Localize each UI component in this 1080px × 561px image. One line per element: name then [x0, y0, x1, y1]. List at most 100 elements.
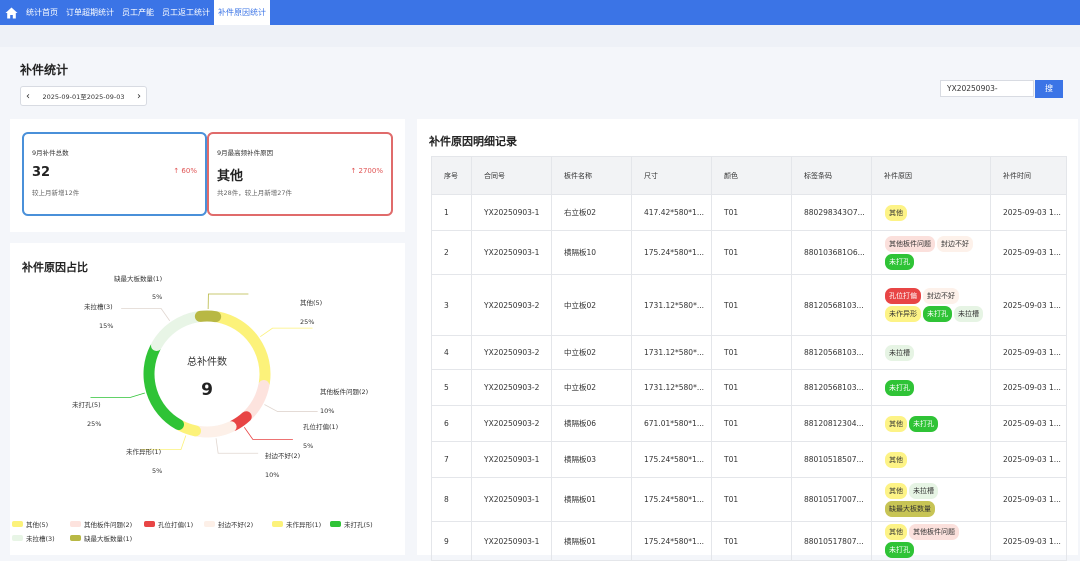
stat-value: 32: [32, 165, 51, 180]
donut-slice-1[interactable]: [242, 379, 270, 421]
table-row[interactable]: 7 YX20250903-1 横隔板03 175.24*580*1... T01 8801…: [431, 441, 1067, 478]
stat-value: 其他: [217, 169, 244, 184]
legend-label: 孔位打偏(1): [158, 521, 194, 529]
stat-subtext: 共28件，较上月新增27件: [217, 189, 293, 197]
table-row[interactable]: 3 YX20250903-2 中立板02 1731.12*580*... T01 8812…: [431, 274, 1067, 336]
cell-size: 1731.12*580*...: [631, 335, 712, 370]
donut-slice-3[interactable]: [192, 421, 237, 438]
cell-size: 175.24*580*1...: [631, 441, 712, 478]
cell-color: T01: [711, 441, 792, 478]
reason-tag: 其他: [885, 482, 907, 499]
legend-item[interactable]: 未打孔(5): [330, 519, 373, 529]
reason-tag: 未拉槽: [909, 482, 938, 499]
search-input[interactable]: [940, 80, 1034, 97]
table-row[interactable]: 6 YX20250903-2 横隔板06 671.01*580*1... T01 8812…: [431, 405, 1067, 442]
table-row[interactable]: 1 YX20250903-1 右立板02 417.42*580*1... T01 8802…: [431, 194, 1067, 231]
donut-slice-7[interactable]: [194, 310, 222, 323]
cell-color: T01: [711, 335, 792, 370]
search-button[interactable]: 搜: [1035, 80, 1063, 98]
nav-tab-dashboard[interactable]: 统计首页: [22, 0, 62, 25]
legend-item[interactable]: 未作异形(1): [272, 519, 321, 529]
date-range-text: 2025-09-01至2025-09-03: [42, 93, 125, 101]
cell-reason-tags: 其他 未打孔: [871, 405, 991, 442]
nav-tab-replenish-reason[interactable]: 补件原因统计: [214, 0, 270, 25]
cell-barcode: 88120568103...: [791, 369, 872, 406]
cell-barcode: 88010518507...: [791, 441, 872, 478]
slice-label-percent: 15%: [99, 322, 114, 330]
reason-tag: 未打孔: [885, 542, 914, 558]
table-row[interactable]: 2 YX20250903-1 横隔板10 175.24*580*1... T01 8801…: [431, 230, 1067, 275]
legend-item[interactable]: 其他(5): [12, 519, 48, 529]
chevron-right-icon[interactable]: ›: [132, 91, 146, 102]
legend-item[interactable]: 封边不好(2): [204, 519, 253, 529]
slice-label-percent: 5%: [303, 442, 314, 450]
slice-label-percent: 25%: [87, 420, 102, 428]
legend-item[interactable]: 其他板件问题(2): [70, 519, 132, 529]
donut-slice-0[interactable]: [212, 311, 271, 389]
legend-swatch: [204, 521, 215, 527]
cell-name: 横隔板10: [551, 230, 632, 275]
legend-item[interactable]: 孔位打偏(1): [144, 519, 193, 529]
nav-tab-staff-capacity[interactable]: 员工产能: [118, 0, 158, 25]
col-header-color: 颜色: [711, 156, 792, 195]
donut-slice-5[interactable]: [143, 342, 184, 431]
col-header-contract: 合同号: [471, 156, 552, 195]
stat-label: 9月补件总数: [32, 149, 69, 157]
cell-name: 中立板02: [551, 369, 632, 406]
cell-no: 5: [431, 369, 472, 406]
donut-center-title: 总补件数: [187, 355, 227, 368]
cell-time: 2025-09-03 1...: [990, 194, 1067, 231]
table-header-row: 序号 合同号 板件名称 尺寸 颜色 标签条码 补件原因 补件时间: [431, 156, 1067, 195]
cell-size: 1731.12*580*...: [631, 274, 712, 336]
donut-center-value: 9: [201, 380, 213, 400]
legend-swatch: [330, 521, 341, 527]
col-header-size: 尺寸: [631, 156, 712, 195]
table-row[interactable]: 5 YX20250903-2 中立板02 1731.12*580*... T01 8812…: [431, 369, 1067, 406]
reason-tag: 其他: [885, 524, 907, 540]
cell-size: 175.24*580*1...: [631, 477, 712, 522]
legend-label: 未作异形(1): [286, 521, 322, 529]
cell-name: 横隔板03: [551, 441, 632, 478]
header-strip: [0, 25, 1080, 47]
col-header-reason: 补件原因: [871, 156, 991, 195]
col-header-barcode: 标签条码: [791, 156, 872, 195]
slice-label-name: 封边不好(2): [265, 452, 301, 460]
detail-title: 补件原因明细记录: [429, 135, 517, 148]
reason-tag: 未打孔: [885, 379, 914, 396]
cell-contract: YX20250903-1: [471, 441, 552, 478]
cell-color: T01: [711, 477, 792, 522]
cell-reason-tags: 其他: [871, 441, 991, 478]
legend-swatch: [12, 521, 23, 527]
cell-reason-tags: 其他 未拉槽缺最大板数量: [871, 477, 991, 522]
cell-barcode: 880103681O6...: [791, 230, 872, 275]
cell-color: T01: [711, 274, 792, 336]
chevron-left-icon[interactable]: ‹: [21, 91, 35, 102]
nav-tab-rework-stats[interactable]: 员工返工统计: [158, 0, 214, 25]
home-icon[interactable]: [3, 5, 19, 21]
table-row[interactable]: 8 YX20250903-1 横隔板01 175.24*580*1... T01 8801…: [431, 477, 1067, 522]
date-range-picker[interactable]: ‹ 2025-09-01至2025-09-03 ›: [20, 86, 147, 106]
reason-tag: 未拉槽: [954, 306, 983, 322]
reason-tag: 未打孔: [885, 253, 914, 270]
donut-slice-6[interactable]: [150, 311, 203, 351]
cell-name: 中立板02: [551, 274, 632, 336]
cell-no: 4: [431, 335, 472, 370]
cell-contract: YX20250903-1: [471, 477, 552, 522]
slice-label-name: 其他板件问题(2): [320, 388, 369, 396]
legend-item[interactable]: 未拉槽(3): [12, 533, 55, 543]
cell-reason-tags: 未打孔: [871, 369, 991, 406]
legend-label: 其他板件问题(2): [84, 521, 133, 529]
nav-tab-overdue-orders[interactable]: 订单超期统计: [62, 0, 118, 25]
legend-swatch: [70, 521, 81, 527]
legend-item[interactable]: 缺最大板数量(1): [70, 533, 132, 543]
slice-label-percent: 10%: [265, 471, 280, 479]
slice-label-name: 未拉槽(3): [84, 303, 113, 311]
cell-size: 417.42*580*1...: [631, 194, 712, 231]
cell-reason-tags: 其他: [871, 194, 991, 231]
col-header-no: 序号: [431, 156, 472, 195]
table-row[interactable]: 4 YX20250903-2 中立板02 1731.12*580*... T01 8812…: [431, 335, 1067, 370]
cell-contract: YX20250903-1: [471, 230, 552, 275]
stat-change: ↑ 60%: [173, 167, 197, 175]
legend-label: 其他(5): [26, 521, 49, 529]
col-header-time: 补件时间: [990, 156, 1067, 195]
